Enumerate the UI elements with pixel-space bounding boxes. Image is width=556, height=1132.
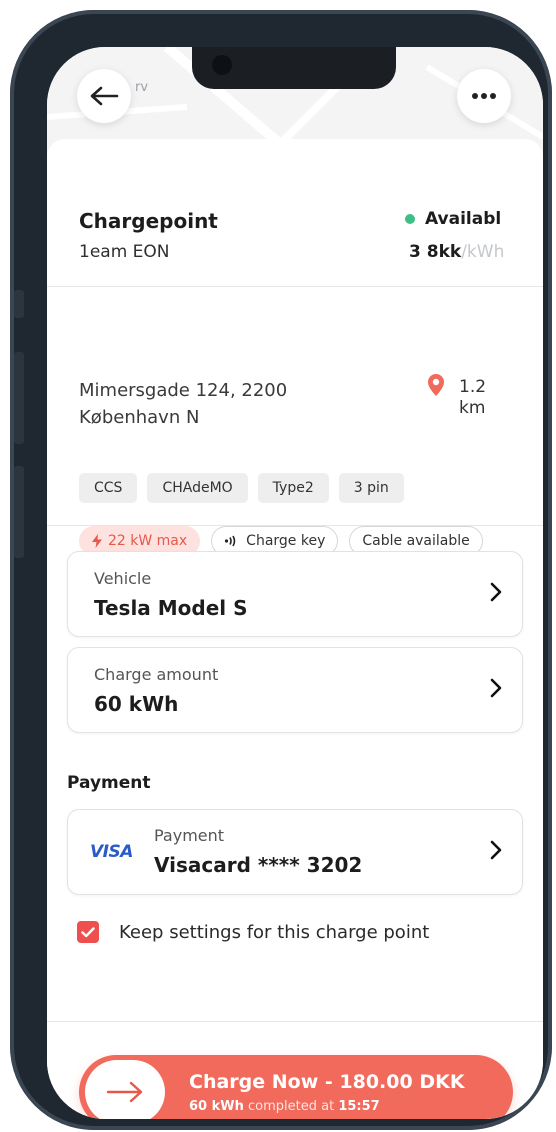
keep-settings-checkbox[interactable] [77,921,99,943]
phone-frame: rv Chargepoint 1eam EON Availabl 3 8kk/k… [10,10,552,1130]
connector-chip: CHAdeMO [147,473,248,503]
price: 3 8kk/kWh [409,242,504,262]
payment-selector[interactable]: VISA Payment Visacard **** 3202 [67,809,523,895]
chargepoint-details: Chargepoint 1eam EON Availabl 3 8kk/kWh … [47,139,543,1119]
distance: 1.2 km [459,377,486,419]
status-text: Availabl [425,209,502,229]
connector-chip: 3 pin [338,473,404,503]
arrow-left-icon [90,86,119,106]
charge-amount-value: 60 kWh [94,692,179,716]
device-notch [192,47,396,89]
divider [47,286,543,287]
nfc-icon [224,535,240,547]
keep-settings-row[interactable]: Keep settings for this charge point [77,921,429,943]
distance-unit: km [459,398,486,418]
vehicle-value: Tesla Model S [94,596,248,620]
charge-key-label: Charge key [246,533,326,549]
status-dot-icon [405,214,415,224]
cta-sub-text: completed at [248,1099,335,1114]
payment-value: Visacard **** 3202 [154,853,363,877]
divider [47,1021,543,1022]
chevron-right-icon [490,840,502,860]
volume-down-button [14,466,24,558]
payment-section-title: Payment [67,773,151,793]
vehicle-selector[interactable]: Vehicle Tesla Model S [67,551,523,637]
more-options-button[interactable] [457,69,511,123]
price-value: 3 8kk [409,242,462,262]
lightning-icon [92,534,102,548]
charge-amount-label: Charge amount [94,665,219,684]
chargepoint-operator: 1eam EON [79,242,170,262]
map-label: rv [135,80,149,95]
charge-amount-selector[interactable]: Charge amount 60 kWh [67,647,523,733]
connector-chip: CCS [79,473,138,503]
location-pin-icon [428,374,444,396]
address: Mimersgade 124, 2200 København N [79,377,287,431]
arrow-right-icon [106,1081,143,1103]
cta-sub-amount: 60 kWh [189,1099,244,1114]
cta-arrow-circle [85,1060,165,1119]
address-line-2: København N [79,407,200,428]
front-camera [212,55,232,75]
cta-subtitle: 60 kWh completed at 15:57 [189,1099,380,1114]
cta-sub-time: 15:57 [338,1099,380,1114]
chargepoint-title: Chargepoint [79,209,218,233]
keep-settings-label: Keep settings for this charge point [119,921,430,943]
mute-switch [14,290,24,318]
cta-title: Charge Now - 180.00 DKK [189,1071,465,1093]
address-line-1: Mimersgade 124, 2200 [79,380,288,401]
payment-label: Payment [154,826,225,845]
price-unit: /kWh [461,242,505,262]
more-horizontal-icon [472,93,496,99]
volume-up-button [14,352,24,444]
charge-now-button[interactable]: Charge Now - 180.00 DKK 60 kWh completed… [79,1055,513,1119]
chevron-right-icon [490,678,502,698]
connector-chip: Type2 [257,473,329,503]
status-badge: Availabl [405,209,501,229]
back-button[interactable] [77,69,131,123]
vehicle-label: Vehicle [94,569,152,588]
connector-list: CCS CHAdeMO Type2 3 pin [79,473,404,503]
distance-value: 1.2 [459,377,487,397]
visa-logo: VISA [90,842,133,862]
divider [47,525,543,526]
checkmark-icon [81,926,95,937]
cable-tag-label: Cable available [362,533,470,549]
screen: rv Chargepoint 1eam EON Availabl 3 8kk/k… [47,47,543,1119]
power-tag-label: 22 kW max [108,533,188,549]
chevron-right-icon [490,582,502,602]
